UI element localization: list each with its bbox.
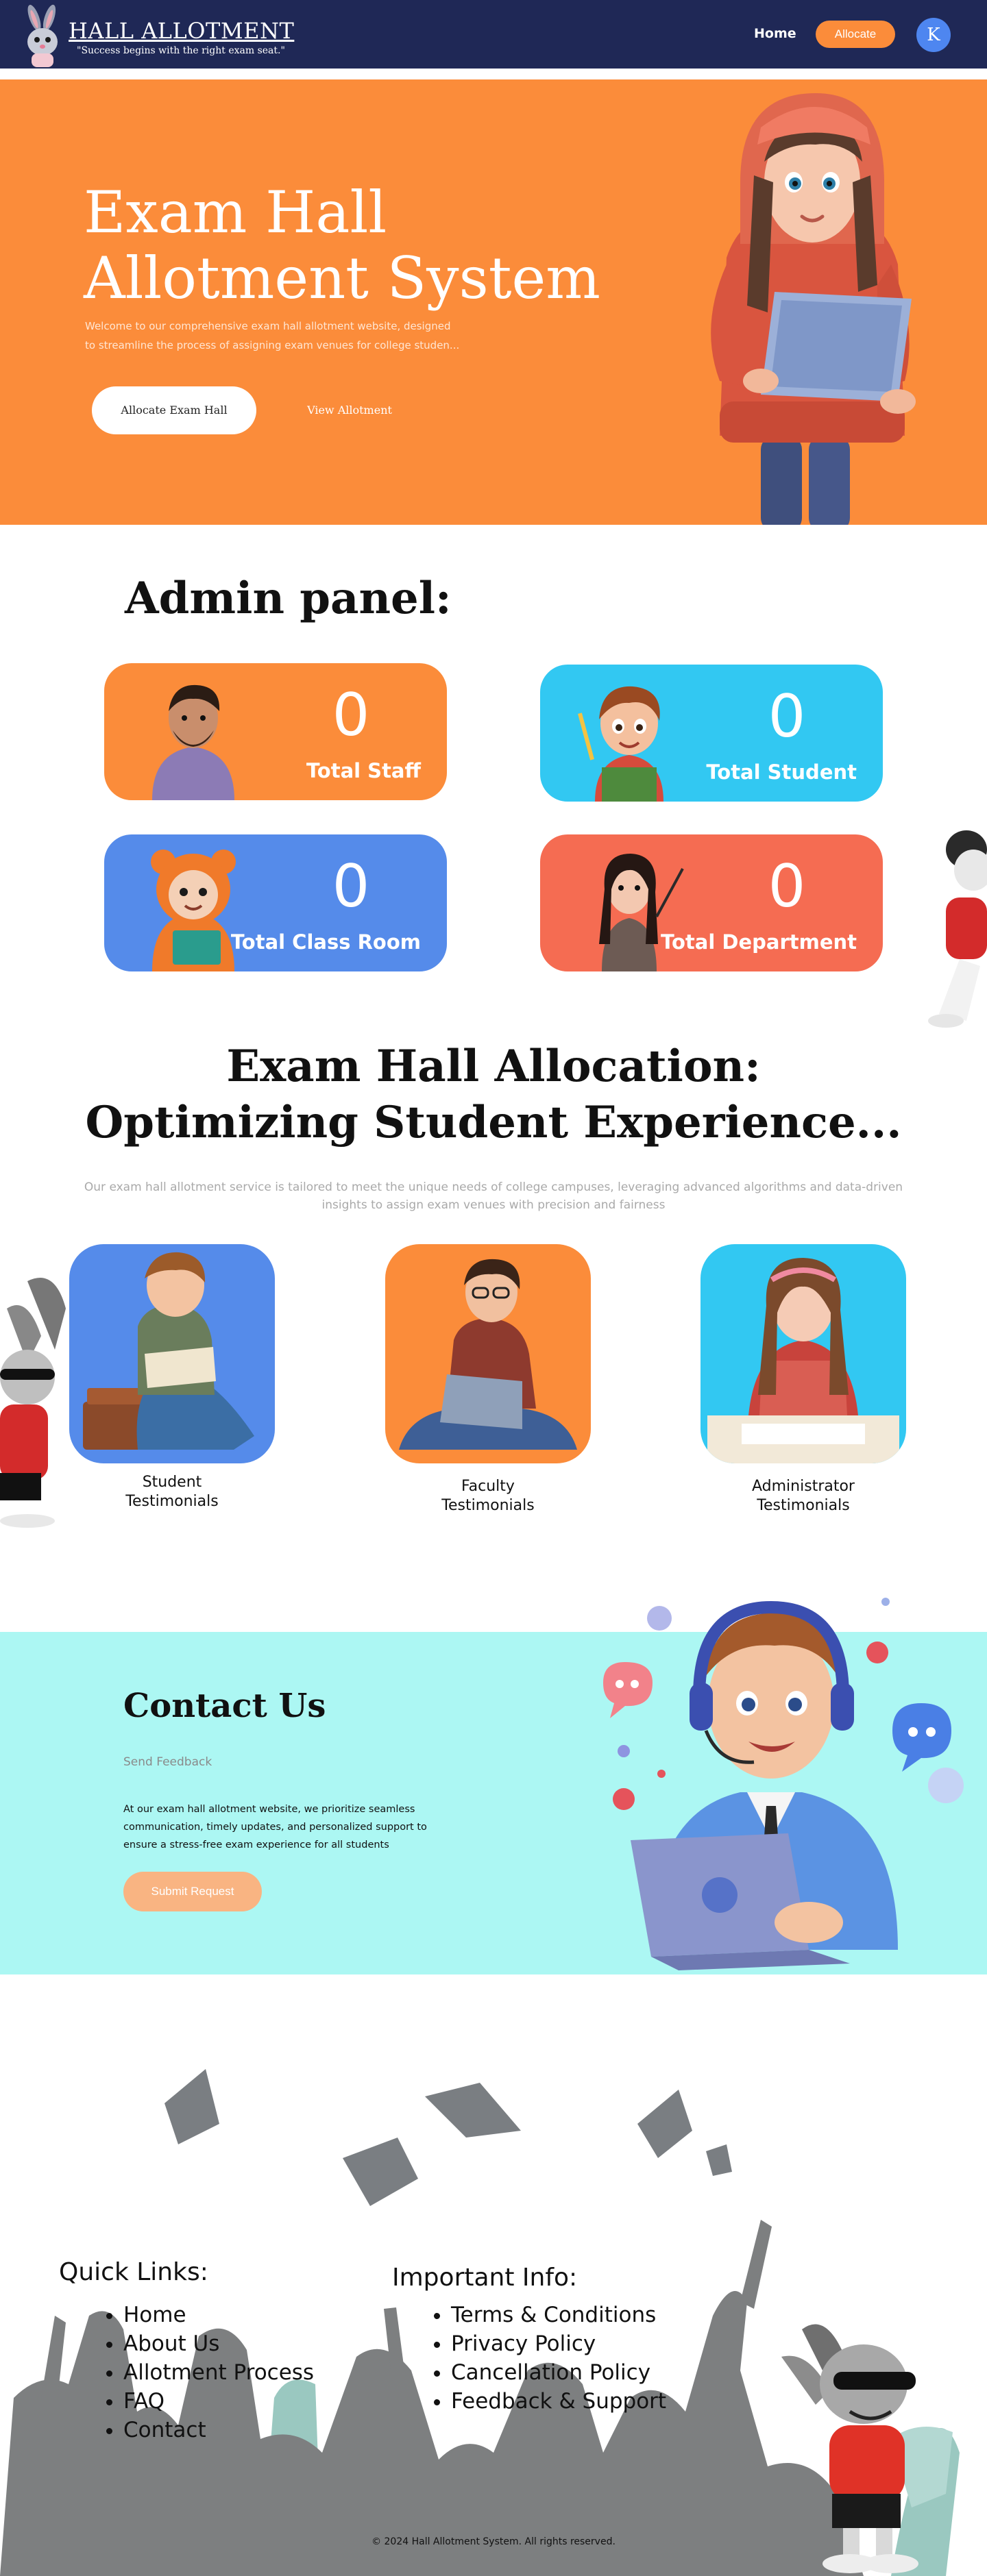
view-allotment-link[interactable]: View Allotment [281,386,418,434]
total-department-label: Total Department [661,930,857,954]
submit-request-button[interactable]: Submit Request [123,1872,262,1911]
hero-desc-line2: to streamline the process of assigning e… [85,339,460,351]
footer-link-about-us[interactable]: About Us [123,2329,314,2358]
testimonial-label-administrator: Administrator Testimonials [700,1477,906,1515]
faculty-laptop-illustration-icon [399,1259,577,1450]
testimonial-student-line1: Student [142,1474,202,1491]
testimonial-administrator-line1: Administrator [752,1478,855,1495]
copyright-text: © 2024 Hall Allotment System. All rights… [371,2536,616,2547]
stat-card-total-department[interactable]: 0 Total Department [540,834,883,971]
stat-card-total-classroom[interactable]: 0 Total Class Room [104,834,447,971]
footer-link-faq[interactable]: FAQ [123,2387,314,2416]
allocation-subtitle: Our exam hall allotment service is tailo… [84,1180,903,1212]
admin-panel-title: Admin panel: [125,573,452,624]
footer-link-terms[interactable]: Terms & Conditions [451,2301,666,2329]
allocation-title-line2: Optimizing Student Experience... [85,1097,902,1148]
testimonial-faculty-line1: Faculty [461,1478,515,1495]
testimonial-card-student[interactable] [69,1244,275,1463]
total-staff-count: 0 [332,681,370,750]
important-info-title: Important Info: [392,2264,578,2292]
bunny-mascot-icon [928,830,987,1028]
bunny-mascot-icon [0,1278,66,1528]
hero-section: Exam Hall Allotment System Welcome to ou… [0,79,987,525]
testimonial-label-faculty: Faculty Testimonials [385,1477,591,1515]
user-avatar[interactable]: K [916,18,951,52]
testimonial-card-faculty[interactable] [385,1244,591,1463]
total-classroom-count: 0 [332,852,370,921]
total-department-count: 0 [768,852,806,921]
allocation-title: Exam Hall Allocation: Optimizing Student… [0,1039,987,1151]
contact-subtitle: Send Feedback [123,1755,212,1769]
brand-tagline: "Success begins with the right exam seat… [77,45,285,56]
footer-link-cancellation[interactable]: Cancellation Policy [451,2358,666,2387]
stat-card-total-student[interactable]: 0 Total Student [540,665,883,802]
hero-title-line1: Exam Hall [84,179,387,246]
nav-home-link[interactable]: Home [754,26,796,41]
hero-desc-line1: Welcome to our comprehensive exam hall a… [85,320,451,332]
testimonial-administrator-line2: Testimonials [757,1497,850,1514]
footer-link-feedback-support[interactable]: Feedback & Support [451,2387,666,2416]
stat-card-total-staff[interactable]: 0 Total Staff [104,663,447,800]
navbar: HALL ALLOTMENT "Success begins with the … [0,0,987,69]
testimonial-label-student: Student Testimonials [69,1473,275,1511]
allocate-exam-hall-button[interactable]: Allocate Exam Hall [92,386,256,434]
support-agent-illustration-icon [603,1598,964,1970]
nav-allocate-button[interactable]: Allocate [816,21,895,48]
testimonial-card-administrator[interactable] [700,1244,906,1463]
total-classroom-label: Total Class Room [230,930,421,954]
student-reading-illustration-icon [83,1252,254,1450]
hero-title: Exam Hall Allotment System [84,179,600,311]
footer-link-privacy[interactable]: Privacy Policy [451,2329,666,2358]
important-info-list: Terms & Conditions Privacy Policy Cancel… [451,2301,666,2416]
student-avatar-icon [578,686,663,802]
total-staff-label: Total Staff [306,759,421,782]
administrator-writing-illustration-icon [707,1258,899,1463]
brand-title: HALL ALLOTMENT [69,18,295,44]
footer-link-contact[interactable]: Contact [123,2416,314,2444]
contact-description: At our exam hall allotment website, we p… [123,1804,427,1850]
total-student-count: 0 [768,682,806,751]
footer-link-home[interactable]: Home [123,2301,314,2329]
hero-title-line2: Allotment System [84,245,600,312]
staff-avatar-icon [152,684,234,800]
testimonial-faculty-line2: Testimonials [441,1497,535,1514]
girl-with-laptop-illustration-icon [711,93,916,525]
contact-title: Contact Us [123,1687,326,1725]
total-student-label: Total Student [706,760,857,784]
footer-link-allotment-process[interactable]: Allotment Process [123,2358,314,2387]
quick-links-list: Home About Us Allotment Process FAQ Cont… [123,2301,314,2444]
contact-section: Contact Us Send Feedback At our exam hal… [0,1598,987,1974]
testimonial-student-line2: Testimonials [125,1493,219,1510]
hero-description: Welcome to our comprehensive exam hall a… [85,317,469,355]
allocation-title-line1: Exam Hall Allocation: [226,1041,761,1092]
bunny-logo-icon [27,4,58,67]
quick-links-title: Quick Links: [59,2258,208,2286]
